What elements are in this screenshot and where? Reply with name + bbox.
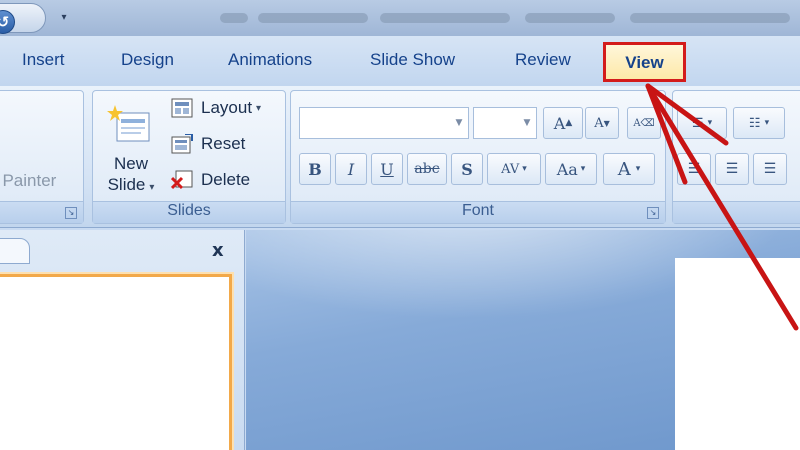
reset-icon [171,134,193,154]
up-arrow-icon: ▲ [565,118,573,128]
reset-button[interactable]: Reset [171,131,245,157]
reset-label: Reset [201,134,246,153]
new-slide-button[interactable]: New Slide ▾ [101,153,161,195]
title-bar: ↺ ▾ [0,0,800,36]
change-case-label: Aa [556,159,578,179]
strikethrough-button[interactable]: abc [407,153,447,185]
bold-button[interactable]: B [299,153,331,185]
italic-button[interactable]: I [335,153,367,185]
paragraph-group: ☰ ▾ ☷ ▾ ☰ ☰ ☰ [672,90,800,224]
blurred-title-segment [380,13,510,23]
layout-button[interactable]: Layout ▾ [171,95,261,121]
font-name-combo[interactable]: ▼ [299,107,469,139]
qa-dropdown-icon[interactable]: ▾ [58,12,70,24]
delete-icon [171,170,193,190]
close-icon[interactable]: x [212,240,224,261]
align-right-icon[interactable]: ☰ [753,153,787,185]
new-slide-label-line1: New [113,154,148,173]
clipboard-group: t Painter ↘ [0,90,84,224]
numbering-icon: ☷ [748,115,761,131]
chevron-down-icon: ▾ [256,102,262,114]
tab-view[interactable]: View [606,53,683,73]
chevron-down-icon: ▾ [522,164,527,174]
font-group-label: Font [291,201,665,223]
slides-panel: x [0,230,245,450]
slides-group-label: Slides [93,201,285,223]
blurred-title-segment [258,13,368,23]
delete-label: Delete [201,170,251,189]
grow-font-button[interactable]: A ▲ [543,107,583,139]
change-case-button[interactable]: Aa ▾ [545,153,597,185]
font-color-button[interactable]: A ▾ [603,153,655,185]
undo-icon[interactable]: ↺ [0,10,15,34]
layout-label: Layout [201,98,253,117]
quick-access-toolbar: ↺ [0,3,46,34]
tab-animations[interactable]: Animations [228,50,312,70]
slides-panel-tab[interactable] [0,238,30,264]
paragraph-group-label [673,201,800,223]
tab-review[interactable]: Review [515,50,571,70]
chevron-down-icon: ▾ [764,118,770,128]
clear-formatting-icon[interactable]: A⌫ [627,107,661,139]
align-center-icon[interactable]: ☰ [715,153,749,185]
layout-icon [171,98,193,118]
new-slide-label-line2: Slide [107,175,146,194]
font-group: ▼ ▼ A ▲ A ▼ A⌫ B I U abc S AV ▾ Aa ▾ A ▾ Font… [290,90,666,224]
chevron-down-icon[interactable]: ▼ [518,108,536,138]
chevron-down-icon: ▾ [707,118,713,128]
format-painter-button[interactable]: t Painter [0,171,56,191]
blurred-title-segment [630,13,790,23]
underline-button[interactable]: U [371,153,403,185]
new-slide-icon[interactable] [107,105,151,143]
bullets-icon: ☰ [691,115,704,131]
character-spacing-label: AV [501,161,520,177]
character-spacing-button[interactable]: AV ▾ [487,153,541,185]
blurred-title-segment [525,13,615,23]
chevron-down-icon: ▾ [635,164,641,174]
bullets-button[interactable]: ☰ ▾ [677,107,727,139]
slide-thumbnail[interactable] [0,274,232,450]
tab-slide-show[interactable]: Slide Show [370,50,455,70]
shrink-font-button[interactable]: A ▼ [585,107,619,139]
align-left-icon[interactable]: ☰ [677,153,711,185]
grow-font-label: A [553,113,566,133]
chevron-down-icon: ▾ [149,182,155,193]
chevron-down-icon[interactable]: ▼ [450,108,468,138]
font-color-label: A [617,158,631,180]
dialog-launcher-icon[interactable]: ↘ [65,207,77,219]
chevron-down-icon: ▾ [580,164,586,174]
down-arrow-icon: ▼ [603,118,610,128]
tab-design[interactable]: Design [121,50,174,70]
tab-insert[interactable]: Insert [22,50,65,70]
shrink-font-label: A [594,115,604,131]
slides-group: New Slide ▾ Layout ▾ Reset Delete Slides [92,90,286,224]
text-shadow-button[interactable]: S [451,153,483,185]
delete-button[interactable]: Delete [171,167,250,193]
numbering-button[interactable]: ☷ ▾ [733,107,785,139]
dialog-launcher-icon[interactable]: ↘ [647,207,659,219]
blurred-title-segment [220,13,248,23]
slide-page[interactable] [675,258,800,450]
tab-view-highlight: View [603,42,686,82]
font-size-combo[interactable]: ▼ [473,107,537,139]
